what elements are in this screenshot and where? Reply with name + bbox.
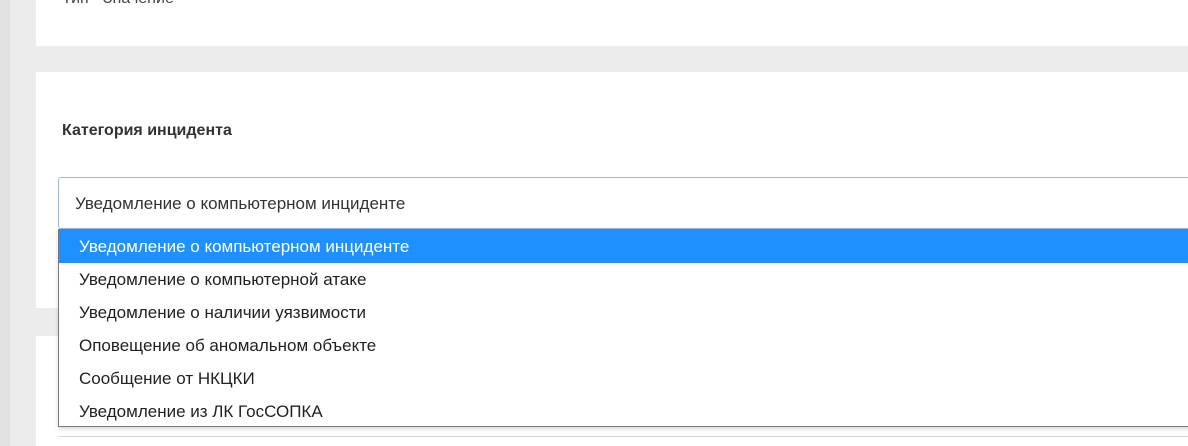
top-section-card: Тип - Значение [36, 0, 1188, 46]
dropdown-option-computer-incident[interactable]: Уведомление о компьютерном инциденте [59, 230, 1188, 263]
dropdown-option-nkcki-message[interactable]: Сообщение от НКЦКИ [59, 362, 1188, 395]
dropdown-option-anomalous-object[interactable]: Оповещение об аномальном объекте [59, 329, 1188, 362]
incident-category-selected-value: Уведомление о компьютерном инциденте [75, 194, 406, 213]
incident-category-dropdown: Уведомление о компьютерном инциденте Уве… [58, 229, 1188, 427]
dropdown-option-lk-gossopka[interactable]: Уведомление из ЛК ГосСОПКА [59, 395, 1188, 428]
incident-category-select[interactable]: Уведомление о компьютерном инциденте [58, 177, 1188, 229]
dropdown-option-computer-attack[interactable]: Уведомление о компьютерной атаке [59, 263, 1188, 296]
left-gutter [0, 0, 10, 446]
incident-category-label: Категория инцидента [62, 122, 232, 139]
divider [58, 436, 1188, 437]
top-section-header-text: Тип - Значение [62, 0, 174, 8]
dropdown-option-vulnerability[interactable]: Уведомление о наличии уязвимости [59, 296, 1188, 329]
